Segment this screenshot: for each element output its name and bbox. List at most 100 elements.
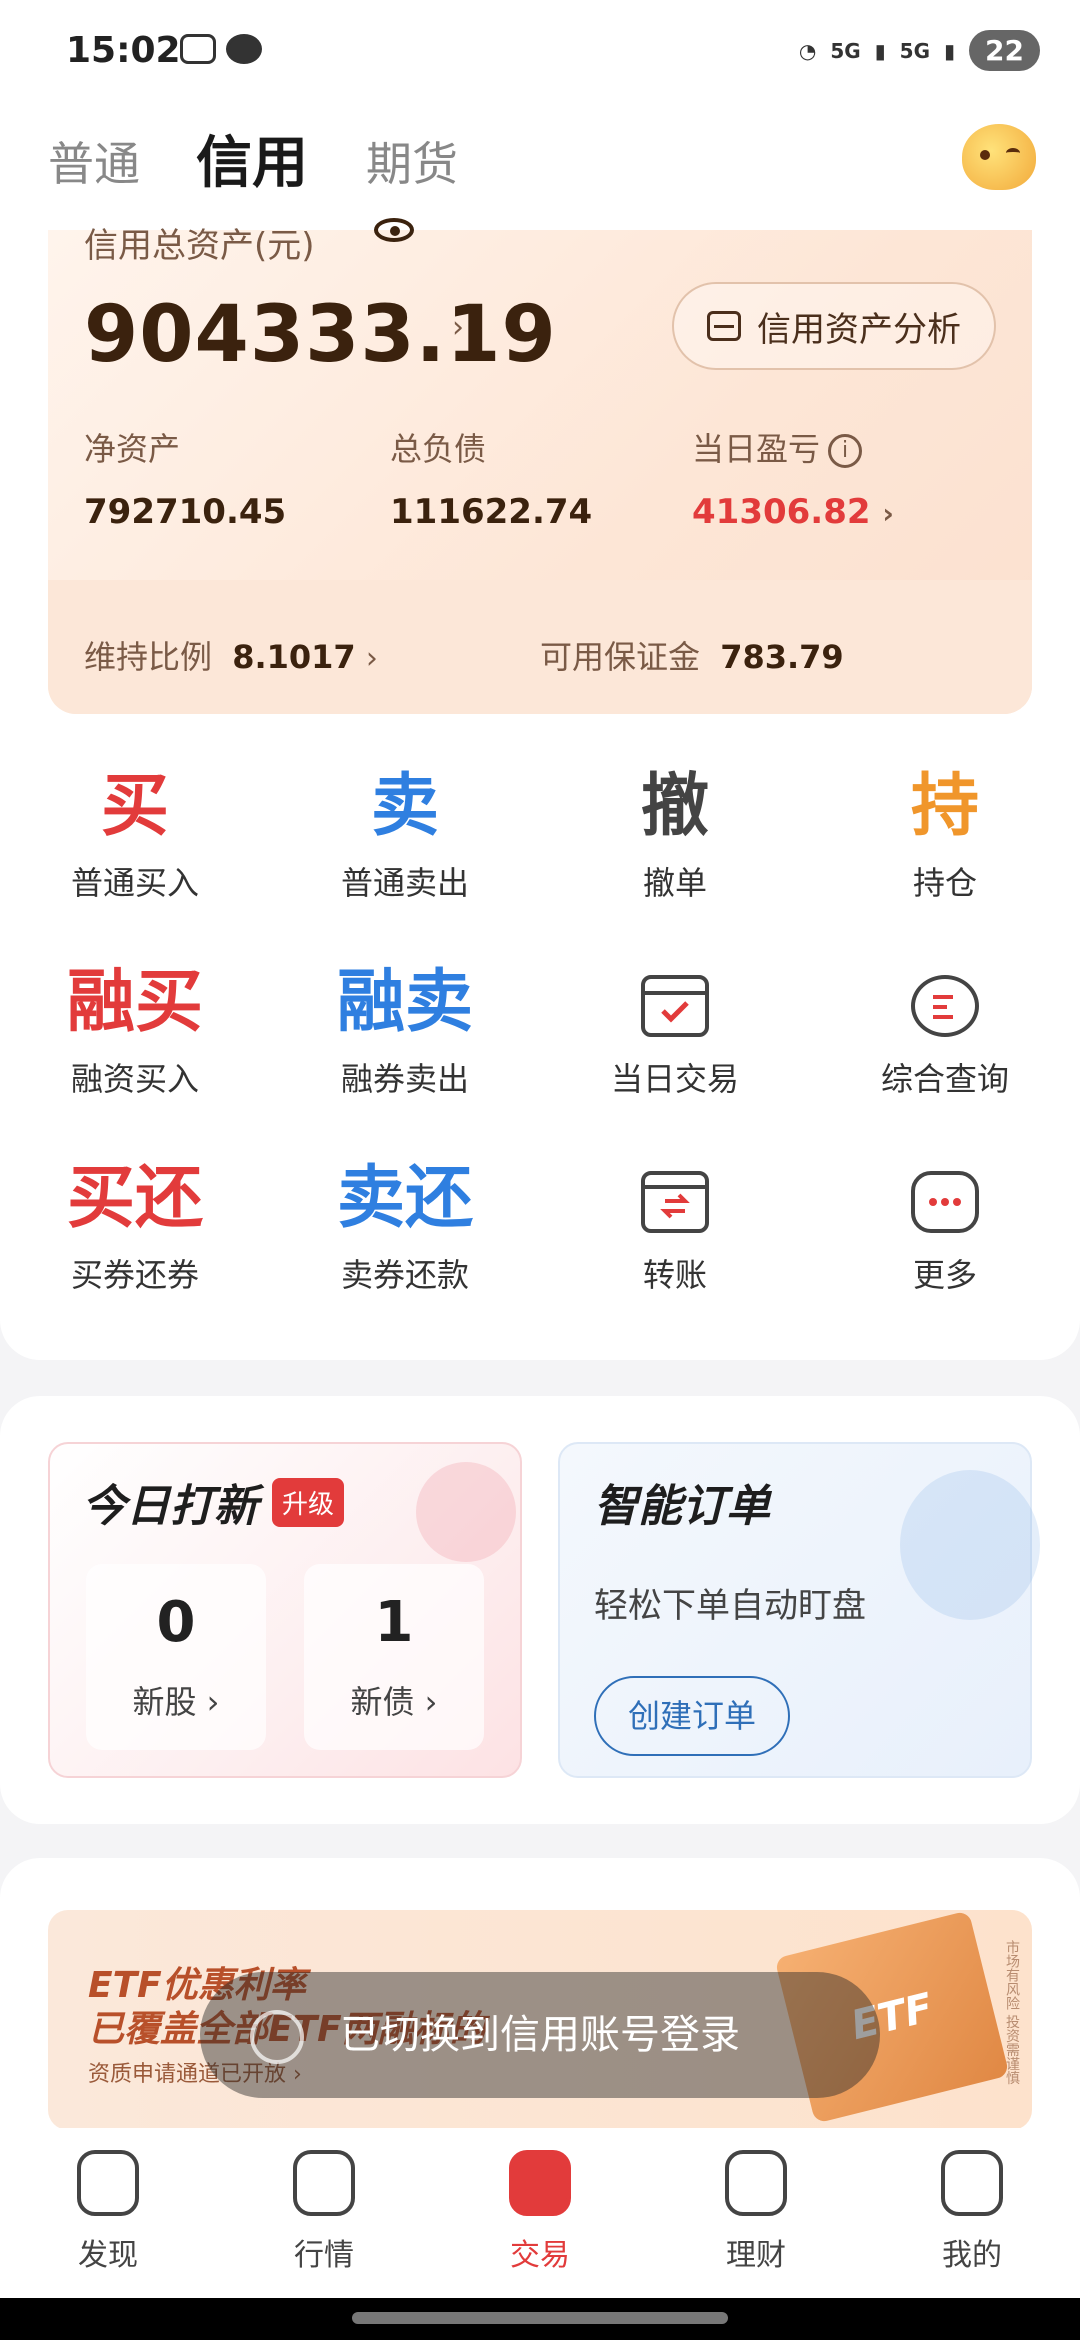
new-stocks-tile[interactable]: 0 新股 › [86, 1564, 266, 1750]
grid-item-cancel-order[interactable]: 撤 撤单 [540, 762, 810, 904]
eye-icon[interactable] [374, 218, 414, 242]
calendar-check-icon [641, 975, 709, 1038]
grid-label: 更多 [912, 1256, 977, 1294]
transfer-icon-wrap [540, 1154, 810, 1244]
nav-label: 发现 [78, 2238, 138, 2273]
grid-item-buy-return-securities[interactable]: 买还 买券还券 [0, 1154, 270, 1296]
grid-label: 普通卖出 [340, 864, 469, 902]
grid-item-normal-buy[interactable]: 买 普通买入 [0, 762, 270, 904]
trade-icon [509, 2150, 571, 2216]
maintenance-ratio-label: 维持比例 [84, 638, 213, 676]
mascot-avatar-icon[interactable] [962, 124, 1036, 190]
maintenance-ratio-value: 8.1017 [232, 638, 356, 676]
nav-label: 我的 [942, 2238, 1002, 2273]
grid-label: 当日交易 [610, 1060, 739, 1098]
nav-trade[interactable]: 交易 [460, 2150, 620, 2274]
sell-glyph: 卖 [370, 767, 439, 846]
scan-icon [707, 311, 741, 341]
grid-label: 卖券还款 [340, 1256, 469, 1294]
wealth-icon [725, 2150, 787, 2216]
status-right: ◔ 5G ▮ 5G ▮ 22 [799, 30, 1040, 71]
smart-order-title: 智能订单 [594, 1481, 770, 1532]
status-time: 15:02 [66, 30, 181, 71]
signal-5g-2: 5G [899, 38, 931, 63]
upgrade-badge[interactable]: 升级 [272, 1477, 345, 1527]
nav-wealth[interactable]: 理财 [676, 2150, 836, 2274]
wifi-icon: ◔ [798, 38, 817, 63]
clock-decoration-icon [900, 1470, 1040, 1620]
tab-credit[interactable]: 信用 [196, 118, 308, 199]
loading-icon [250, 2010, 304, 2064]
buy-return-glyph: 买还 [66, 1159, 203, 1238]
chevron-right-icon: › [365, 641, 378, 676]
nav-profile[interactable]: 我的 [892, 2150, 1052, 2274]
grid-label: 融券卖出 [340, 1060, 469, 1098]
grid-item-sell-repay[interactable]: 卖还 卖券还款 [270, 1154, 540, 1296]
maintenance-ratio[interactable]: 维持比例 8.1017 › [84, 632, 378, 678]
battery-indicator: 22 [969, 30, 1040, 71]
signal-5g-1: 5G [830, 38, 861, 63]
daily-pnl-number: 41306.82 [692, 492, 871, 532]
grid-item-query[interactable]: 综合查询 [810, 958, 1080, 1100]
home-indicator[interactable] [352, 2312, 728, 2324]
nav-label: 交易 [510, 2238, 570, 2273]
tab-futures[interactable]: 期货 [366, 128, 458, 194]
buy-glyph: 买 [100, 767, 169, 846]
risk-note: 市场有风险 投资需谨慎 [1004, 1940, 1020, 2085]
tab-normal[interactable]: 普通 [48, 128, 140, 194]
smart-order-subtitle: 轻松下单自动盯盘 [594, 1586, 866, 1626]
signal-bars-icon: ▮ [944, 38, 956, 63]
credit-analysis-button[interactable]: 信用资产分析 [672, 282, 996, 370]
new-bonds-count: 1 [374, 1590, 414, 1655]
chevron-right-icon: › [452, 310, 464, 345]
status-notification-icons [180, 34, 262, 64]
create-order-button[interactable]: 创建订单 [594, 1676, 790, 1756]
total-debt-value: 111622.74 [390, 492, 593, 532]
grid-item-normal-sell[interactable]: 卖 普通卖出 [270, 762, 540, 904]
grid-label: 撤单 [642, 864, 707, 902]
new-stocks-label: 新股 › [132, 1683, 220, 1721]
new-bonds-label: 新债 › [350, 1683, 438, 1721]
grid-label: 普通买入 [70, 864, 199, 902]
credit-analysis-label: 信用资产分析 [757, 309, 961, 350]
net-assets-value: 792710.45 [84, 492, 287, 532]
transfer-icon [641, 1171, 709, 1234]
chevron-right-icon: › [882, 497, 894, 530]
info-icon[interactable]: i [828, 434, 863, 468]
grid-label: 转账 [642, 1256, 707, 1294]
nav-label: 理财 [726, 2238, 786, 2273]
grid-label: 综合查询 [880, 1060, 1009, 1098]
daily-pnl-label-group: 当日盈亏 i [692, 424, 863, 470]
margin-buy-glyph: 融买 [66, 963, 203, 1042]
more-icon [911, 1171, 979, 1234]
available-margin-value: 783.79 [720, 638, 844, 676]
grid-item-more[interactable]: 更多 [810, 1154, 1080, 1296]
daily-pnl-label: 当日盈亏 [692, 430, 821, 468]
grid-item-today-trades[interactable]: 当日交易 [540, 958, 810, 1100]
nav-discover[interactable]: 发现 [28, 2150, 188, 2274]
more-icon-wrap [810, 1154, 1080, 1244]
net-assets-label: 净资产 [84, 430, 181, 468]
grid-item-positions[interactable]: 持 持仓 [810, 762, 1080, 904]
screenshot-icon [180, 34, 216, 64]
total-assets-label: 信用总资产(元) [84, 226, 315, 266]
nav-market[interactable]: 行情 [244, 2150, 404, 2274]
account-tab-bar [0, 100, 1080, 230]
short-sell-glyph: 融卖 [336, 963, 473, 1042]
new-bonds-tile[interactable]: 1 新债 › [304, 1564, 484, 1750]
ipo-title: 今日打新 [82, 1481, 258, 1532]
total-assets-value[interactable]: 904333.19 [84, 290, 557, 380]
profile-icon [941, 2150, 1003, 2216]
grid-item-margin-buy[interactable]: 融买 融资买入 [0, 958, 270, 1100]
hold-glyph: 持 [910, 767, 979, 846]
search-doc-icon [911, 975, 979, 1038]
grid-label: 融资买入 [70, 1060, 199, 1098]
available-margin-label: 可用保证金 [540, 638, 701, 676]
grid-item-transfer[interactable]: 转账 [540, 1154, 810, 1296]
grid-item-short-sell[interactable]: 融卖 融券卖出 [270, 958, 540, 1100]
signal-bars-icon: ▮ [874, 38, 886, 63]
grid-label: 买券还券 [70, 1256, 199, 1294]
target-decoration-icon [416, 1462, 516, 1562]
daily-pnl-value[interactable]: 41306.82 › [692, 492, 894, 532]
trend-icon [293, 2150, 355, 2216]
